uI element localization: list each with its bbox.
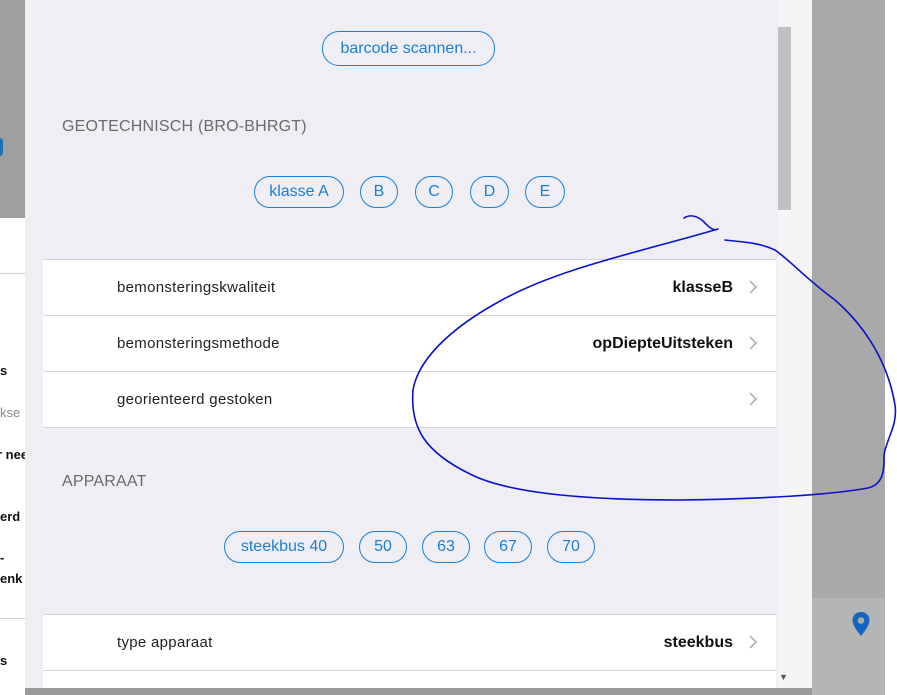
- geotechnisch-list: bemonsteringskwaliteit klasseB bemonster…: [43, 259, 776, 428]
- chevron-right-icon: [749, 336, 758, 350]
- background-text-fragment: r nee: [0, 447, 25, 462]
- list-row-next[interactable]: [43, 671, 776, 688]
- chevron-right-icon: [749, 635, 758, 649]
- scrollbar-thumb[interactable]: [778, 27, 791, 210]
- row-label: bemonsteringsmethode: [117, 335, 280, 352]
- scrollbar[interactable]: ▼: [778, 0, 812, 688]
- chevron-right-icon: [749, 392, 758, 406]
- row-label: type apparaat: [117, 634, 213, 651]
- background-blue-marker: [0, 138, 3, 156]
- background-text-fragment: -: [0, 550, 5, 565]
- background-divider: [0, 273, 25, 274]
- chevron-right-icon: [749, 280, 758, 294]
- section-title-apparaat: APPARAAT: [62, 473, 147, 490]
- list-row-bemonsteringskwaliteit[interactable]: bemonsteringskwaliteit klasseB: [43, 260, 776, 316]
- pill-steekbus-40[interactable]: steekbus 40: [224, 531, 344, 563]
- background-header-band: [0, 0, 25, 218]
- list-row-georienteerd-gestoken[interactable]: georienteerd gestoken: [43, 372, 776, 428]
- apparaat-list: type apparaat steekbus: [43, 614, 776, 688]
- list-row-type-apparaat[interactable]: type apparaat steekbus: [43, 615, 776, 671]
- background-text-fragment: erd: [0, 509, 21, 524]
- map-area: [812, 0, 885, 695]
- background-text-fragment: s: [0, 653, 8, 668]
- pill-steekbus-67[interactable]: 67: [484, 531, 532, 563]
- background-text-fragment: kse: [0, 405, 21, 420]
- section-title-geotechnisch: GEOTECHNISCH (BRO-BHRGT): [62, 118, 307, 135]
- row-label: bemonsteringskwaliteit: [117, 279, 276, 296]
- scroll-down-arrow-icon[interactable]: ▼: [779, 672, 788, 682]
- row-value: opDiepteUitsteken: [592, 334, 733, 352]
- modal-panel: barcode scannen... GEOTECHNISCH (BRO-BHR…: [25, 0, 812, 688]
- pill-klasse-e[interactable]: E: [525, 176, 565, 208]
- background-text-fragment: enk: [0, 571, 23, 586]
- pill-klasse-c[interactable]: C: [415, 176, 453, 208]
- pill-steekbus-70[interactable]: 70: [547, 531, 595, 563]
- pill-klasse-b[interactable]: B: [360, 176, 398, 208]
- row-label: georienteerd gestoken: [117, 391, 273, 408]
- row-value: klasseB: [672, 278, 734, 296]
- row-value: steekbus: [663, 633, 733, 651]
- map-edge-strip: [885, 0, 897, 695]
- pill-steekbus-50[interactable]: 50: [359, 531, 407, 563]
- pill-klasse-d[interactable]: D: [470, 176, 509, 208]
- map-area-lower: [812, 598, 885, 695]
- map-pin-icon[interactable]: [852, 612, 870, 636]
- background-map: [812, 0, 897, 695]
- background-text-fragment: s: [0, 363, 8, 378]
- pill-klasse-a[interactable]: klasse A: [254, 176, 344, 208]
- pill-steekbus-63[interactable]: 63: [422, 531, 470, 563]
- background-app-left: s kse r nee erd - enk s: [0, 0, 25, 695]
- background-divider: [0, 618, 25, 619]
- list-row-bemonsteringsmethode[interactable]: bemonsteringsmethode opDiepteUitsteken: [43, 316, 776, 372]
- barcode-scan-button[interactable]: barcode scannen...: [322, 31, 495, 66]
